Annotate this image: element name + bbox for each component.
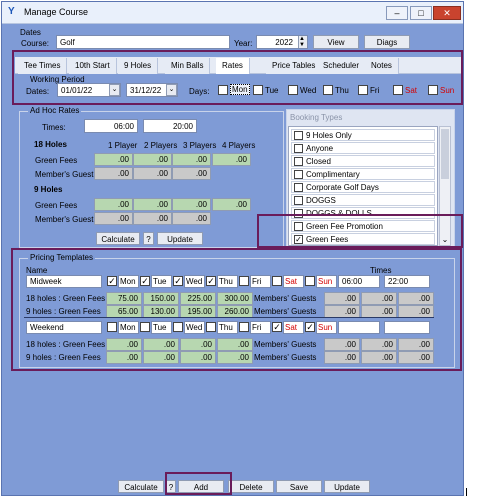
highlight-green-fees-box (257, 214, 463, 248)
save-button[interactable]: Save (276, 480, 322, 493)
booking-type-checkbox[interactable] (294, 131, 303, 140)
green-fees-label-18: Green Fees (35, 156, 78, 165)
members-guest-label-18: Member's Guest (35, 170, 94, 179)
year-label: Year: (234, 39, 253, 48)
adhoc-18-members-guest-3[interactable]: .00 (172, 167, 211, 180)
members-guest-label-9: Member's Guest (35, 215, 94, 224)
booking-types-title: Booking Types (290, 113, 343, 122)
dates-group-title: Dates (20, 28, 41, 37)
booking-type-checkbox[interactable] (294, 196, 303, 205)
ad-hoc-rates-title: Ad Hoc Rates (28, 106, 82, 115)
booking-type-checkbox[interactable] (294, 183, 303, 192)
booking-type-item[interactable]: DOGGS (291, 194, 435, 206)
9-holes-heading: 9 Holes (34, 185, 63, 194)
adhoc-9-green-fee-4[interactable]: .00 (212, 198, 251, 211)
booking-type-label: Closed (306, 157, 331, 166)
calculate-button[interactable]: Calculate (118, 480, 164, 493)
adhoc-9-members-guest-3[interactable]: .00 (172, 212, 211, 225)
player-header-3: 3 Players (183, 141, 217, 150)
adhoc-time-from[interactable]: 06:00 (84, 119, 138, 133)
spinner-arrows-icon[interactable]: ▲ ▼ (298, 36, 307, 48)
adhoc-time-to[interactable]: 20:00 (143, 119, 197, 133)
adhoc-9-members-guest-2[interactable]: .00 (133, 212, 172, 225)
update-button[interactable]: Update (324, 480, 370, 493)
highlight-tabs-box (12, 50, 463, 105)
booking-type-label: 9 Holes Only (306, 131, 352, 140)
booking-type-label: Complimentary (306, 170, 360, 179)
adhoc-9-members-guest-1[interactable]: .00 (94, 212, 133, 225)
title-bar: Y Manage Course – □ ✕ (2, 2, 463, 24)
booking-type-label: DOGGS (306, 196, 336, 205)
adhoc-18-members-guest-1[interactable]: .00 (94, 167, 133, 180)
adhoc-18-green-fee-3[interactable]: .00 (172, 153, 211, 166)
booking-type-checkbox[interactable] (294, 144, 303, 153)
booking-type-item[interactable]: Closed (291, 155, 435, 167)
maximize-button[interactable]: □ (410, 6, 432, 20)
year-value: 2022 (275, 38, 293, 47)
course-input[interactable]: Golf (56, 35, 230, 49)
booking-type-item[interactable]: Corporate Golf Days (291, 181, 435, 193)
booking-type-checkbox[interactable] (294, 157, 303, 166)
player-header-2: 2 Players (144, 141, 178, 150)
18-holes-heading: 18 Holes (34, 140, 67, 149)
player-header-1: 1 Player (108, 141, 138, 150)
scrollbar-thumb[interactable] (441, 129, 449, 179)
booking-type-item[interactable]: Anyone (291, 142, 435, 154)
highlight-pricing-box (11, 248, 462, 371)
adhoc-18-green-fee-4[interactable]: .00 (212, 153, 251, 166)
booking-type-item[interactable]: Complimentary (291, 168, 435, 180)
view-button[interactable]: View (313, 35, 359, 49)
app-icon: Y (8, 6, 15, 17)
adhoc-9-green-fee-3[interactable]: .00 (172, 198, 211, 211)
player-header-4: 4 Players (222, 141, 256, 150)
minimize-button[interactable]: – (386, 6, 408, 20)
booking-type-item[interactable]: 9 Holes Only (291, 129, 435, 141)
adhoc-update-button[interactable]: Update (157, 232, 203, 245)
window-title: Manage Course (24, 7, 89, 17)
diags-button[interactable]: Diags (364, 35, 410, 49)
times-label: Times: (42, 123, 66, 132)
adhoc-9-green-fee-2[interactable]: .00 (133, 198, 172, 211)
adhoc-calculate-button[interactable]: Calculate (96, 232, 140, 245)
close-button[interactable]: ✕ (433, 6, 461, 20)
booking-type-label: Corporate Golf Days (306, 183, 379, 192)
adhoc-18-green-fee-1[interactable]: .00 (94, 153, 133, 166)
adhoc-9-green-fee-1[interactable]: .00 (94, 198, 133, 211)
booking-type-label: Anyone (306, 144, 334, 153)
course-label: Course: (21, 39, 50, 48)
text-cursor (466, 488, 467, 496)
highlight-add-box (165, 472, 232, 495)
adhoc-help-button[interactable]: ? (143, 232, 154, 245)
adhoc-18-green-fee-2[interactable]: .00 (133, 153, 172, 166)
adhoc-18-members-guest-2[interactable]: .00 (133, 167, 172, 180)
booking-type-checkbox[interactable] (294, 170, 303, 179)
green-fees-label-9: Green Fees (35, 201, 78, 210)
delete-button[interactable]: Delete (228, 480, 274, 493)
